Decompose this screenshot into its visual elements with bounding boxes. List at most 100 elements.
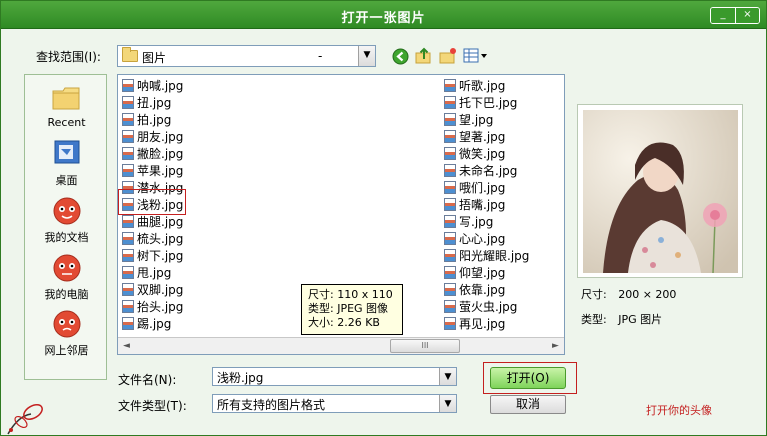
file-item[interactable]: 拍.jpg [122,111,183,128]
title-bar[interactable]: 打开一张图片 _ × [1,1,766,29]
folder-icon [122,47,138,62]
preview-type-label: 类型: [581,313,607,326]
file-item[interactable]: 托下巴.jpg [444,94,529,111]
jpg-file-icon [444,266,456,279]
jpg-file-icon [122,266,134,279]
filename-label: 文件名(N): [118,373,177,387]
minimize-button[interactable]: _ [711,8,735,23]
network-places-icon [53,310,80,338]
back-button[interactable] [391,47,409,65]
image-preview [577,104,743,278]
file-item[interactable]: 曲腿.jpg [122,213,183,230]
file-name: 托下巴.jpg [459,96,518,110]
up-folder-button[interactable] [415,47,433,65]
file-item[interactable]: 呐喊.jpg [122,77,183,94]
file-name: 甩.jpg [137,266,172,280]
look-in-dash: - [318,49,323,63]
file-item[interactable]: 望著.jpg [444,128,529,145]
place-recent[interactable]: Recent [25,83,108,129]
filetype-select[interactable]: 所有支持的图片格式 ▼ [212,394,457,413]
filename-dropdown-icon[interactable]: ▼ [439,368,456,385]
scroll-right-arrow[interactable]: ► [547,338,564,354]
file-name: 踢.jpg [137,317,172,331]
new-folder-button[interactable] [439,47,457,65]
view-menu-button[interactable] [463,47,489,65]
file-item[interactable]: 撇脸.jpg [122,145,183,162]
file-item[interactable]: 望.jpg [444,111,529,128]
file-name: 再见.jpg [459,317,506,331]
look-in-dropdown[interactable]: 图片 - ▼ [117,45,376,67]
horizontal-scrollbar[interactable]: ◄ III ► [118,337,564,354]
file-item[interactable]: 心心.jpg [444,230,529,247]
file-item[interactable]: 捂嘴.jpg [444,196,529,213]
file-item[interactable]: 苹果.jpg [122,162,183,179]
file-item[interactable]: 听歌.jpg [444,77,529,94]
open-button[interactable]: 打开(O) [490,367,566,389]
file-item[interactable]: 潜水.jpg [122,179,183,196]
jpg-file-icon [122,113,134,126]
place-label-recent: Recent [47,116,86,129]
place-my-computer[interactable]: 我的电脑 [25,253,108,302]
place-label-desktop: 桌面 [55,174,78,187]
file-name: 望著.jpg [459,130,506,144]
jpg-file-icon [122,249,134,262]
toolbar [391,47,489,65]
file-item[interactable]: 写.jpg [444,213,529,230]
file-item[interactable]: 微笑.jpg [444,145,529,162]
file-item[interactable]: 浅粉.jpg [122,196,183,213]
dialog-title: 打开一张图片 [341,11,426,26]
file-item[interactable]: 哦们.jpg [444,179,529,196]
recent-folder-icon [52,87,79,110]
file-item[interactable]: 再见.jpg [444,315,529,332]
jpg-file-icon [122,232,134,245]
close-button[interactable]: × [735,8,759,23]
jpg-file-icon [444,113,456,126]
place-network[interactable]: 网上邻居 [25,309,108,358]
chevron-down-icon[interactable]: ▼ [358,46,375,66]
file-item[interactable]: 梳头.jpg [122,230,183,247]
filetype-dropdown-icon[interactable]: ▼ [439,395,456,412]
file-item[interactable]: 依靠.jpg [444,281,529,298]
scroll-thumb[interactable]: III [390,339,460,353]
file-item[interactable]: 甩.jpg [122,264,183,281]
place-my-documents[interactable]: 我的文档 [25,196,108,245]
file-item[interactable]: 踢.jpg [122,315,183,332]
file-item[interactable]: 仰望.jpg [444,264,529,281]
filename-value: 浅粉.jpg [217,371,264,385]
jpg-file-icon [444,181,456,194]
file-column-right: 听歌.jpg 托下巴.jpg 望.jpg 望著.jpg 微笑.jpg 未命名.jpg 哦们.… [444,77,529,332]
jpg-file-icon [444,215,456,228]
place-label-my-documents: 我的文档 [44,231,89,244]
jpg-file-icon [444,317,456,330]
scroll-left-arrow[interactable]: ◄ [118,338,135,354]
file-item[interactable]: 萤火虫.jpg [444,298,529,315]
new-folder-icon [439,48,456,64]
preview-type-row: 类型: JPG 图片 [581,311,662,327]
preview-type-value: JPG 图片 [618,313,663,326]
jpg-file-icon [444,147,456,160]
place-label-network: 网上邻居 [44,344,89,357]
tooltip-size: 尺寸: 110 x 110 [308,288,393,301]
file-item[interactable]: 朋友.jpg [122,128,183,145]
filetype-value: 所有支持的图片格式 [217,398,326,412]
jpg-file-icon [444,164,456,177]
file-item[interactable]: 扭.jpg [122,94,183,111]
file-name: 呐喊.jpg [137,79,184,93]
place-desktop[interactable]: 桌面 [25,139,108,188]
jpg-file-icon [122,317,134,330]
file-item[interactable]: 双脚.jpg [122,281,183,298]
filename-input[interactable]: 浅粉.jpg ▼ [212,367,457,386]
jpg-file-icon [122,283,134,296]
cancel-button[interactable]: 取消 [490,395,566,414]
file-item[interactable]: 抬头.jpg [122,298,183,315]
place-label-my-computer: 我的电脑 [44,288,89,301]
jpg-file-icon [122,96,134,109]
file-column-left: 呐喊.jpg 扭.jpg 拍.jpg 朋友.jpg 撇脸.jpg 苹果.jpg 潜水.jpg… [122,77,183,332]
window-buttons: _ × [710,7,760,24]
tooltip-type: 类型: JPEG 图像 [308,302,389,315]
file-name: 未命名.jpg [459,164,518,178]
file-item[interactable]: 树下.jpg [122,247,183,264]
preview-size-label: 尺寸: [581,288,607,301]
file-item[interactable]: 未命名.jpg [444,162,529,179]
file-item[interactable]: 阳光耀眼.jpg [444,247,529,264]
